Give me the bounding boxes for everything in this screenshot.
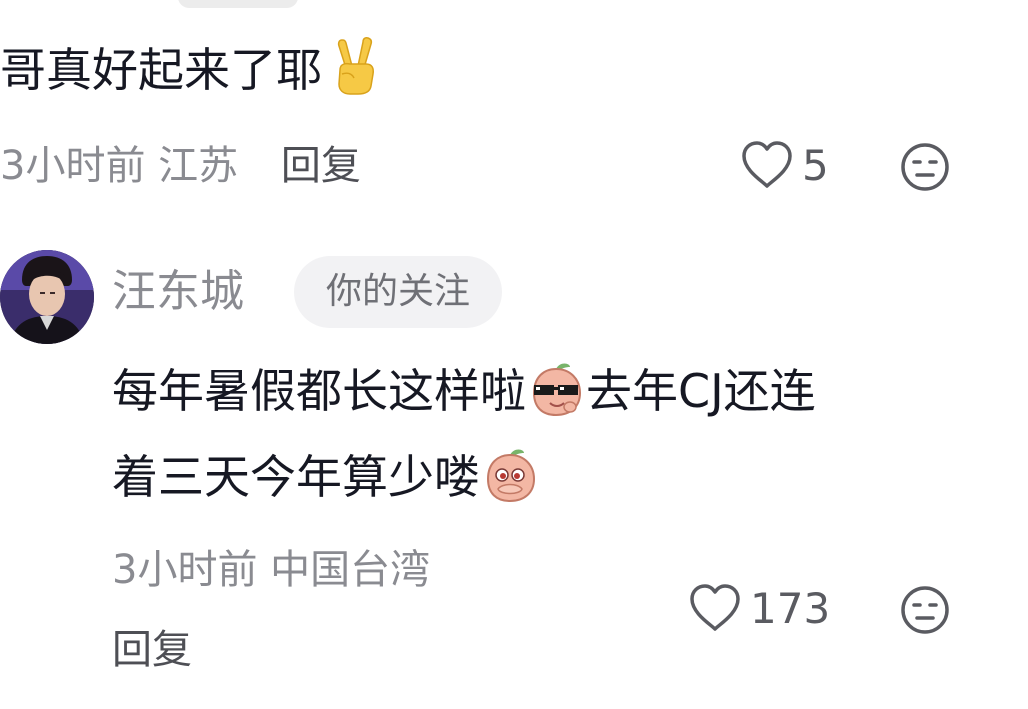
comment-2-location: 中国台湾 <box>270 547 431 593</box>
following-badge: 你的关注 <box>294 256 502 328</box>
comment-2-line-2: 着三天今年算少喽 <box>112 434 992 520</box>
comment-1-body: 哥真好起来了耶 <box>0 43 322 97</box>
comment-2-reply-button[interactable]: 回复 <box>112 620 192 680</box>
meh-face-icon[interactable] <box>900 585 950 635</box>
comment-2-like-button[interactable]: 173 <box>688 583 830 633</box>
comment-2-dislike-button[interactable] <box>900 585 950 635</box>
previous-element-edge <box>178 0 298 8</box>
comment-1-reply-button[interactable]: 回复 <box>281 143 361 189</box>
comment-2-meta: 3小时前 中国台湾 <box>112 540 430 600</box>
comment-2-time: 3小时前 <box>112 547 258 593</box>
comment-2-line-1-part-b: 去年CJ还连 <box>586 364 816 418</box>
comment-2-text: 每年暑假都长这样啦 去年CJ还连 着三天今年算少喽 <box>112 348 992 520</box>
comment-2-line-1: 每年暑假都长这样啦 去年CJ还连 <box>112 348 992 434</box>
victory-hand-emoji-icon <box>328 34 380 96</box>
comment-1-meta: 3小时前 江苏 回复 <box>0 136 361 196</box>
comment-2-like-count: 173 <box>750 583 831 633</box>
peach-covering-mouth-emoji-icon <box>480 445 540 503</box>
avatar[interactable] <box>0 250 94 344</box>
comment-1-like-count: 5 <box>802 140 829 190</box>
comment-1-like-button[interactable]: 5 <box>740 140 829 190</box>
comment-1-text: 哥真好起来了耶 <box>0 34 380 106</box>
peach-sunglasses-emoji-icon <box>526 359 586 417</box>
comment-1-dislike-button[interactable] <box>900 142 950 192</box>
comment-2-line-1-part-a: 每年暑假都长这样啦 <box>112 364 526 418</box>
comment-1-time: 3小时前 <box>0 143 146 189</box>
meh-face-icon[interactable] <box>900 142 950 192</box>
heart-icon[interactable] <box>740 140 794 190</box>
comment-2-username[interactable]: 汪东城 <box>112 262 244 322</box>
comment-1-location: 江苏 <box>158 143 239 189</box>
comment-2-line-2-text: 着三天今年算少喽 <box>112 450 480 504</box>
heart-icon[interactable] <box>688 583 742 633</box>
